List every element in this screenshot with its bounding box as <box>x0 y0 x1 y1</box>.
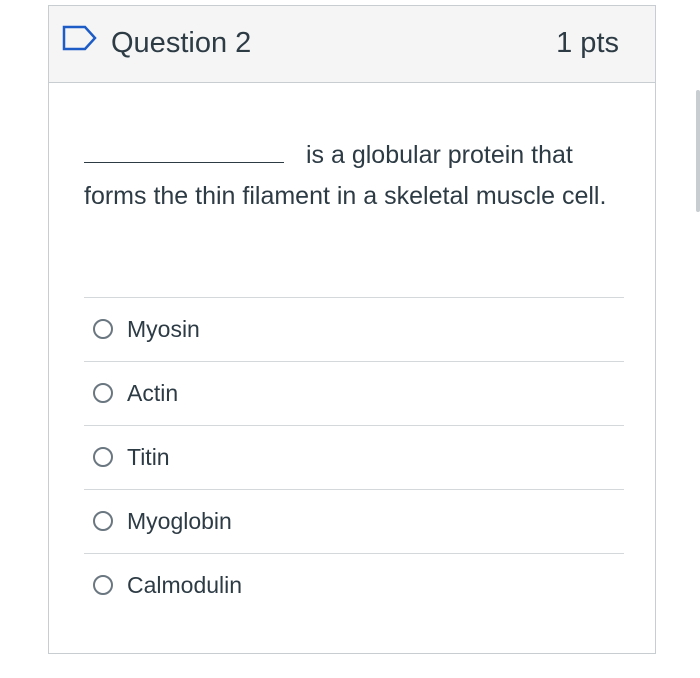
scrollbar-thumb[interactable] <box>696 90 700 212</box>
question-card: Question 2 1 pts is a globular protein t… <box>48 5 656 654</box>
radio-button[interactable] <box>93 319 113 339</box>
answer-option[interactable]: Actin <box>84 361 624 425</box>
answer-list: Myosin Actin Titin Myoglobin Calmodulin <box>84 297 624 617</box>
question-header: Question 2 1 pts <box>49 6 655 83</box>
answer-label[interactable]: Calmodulin <box>127 568 242 602</box>
answer-label[interactable]: Myoglobin <box>127 504 232 538</box>
question-text: is a globular protein that forms the thi… <box>84 135 624 217</box>
question-title: Question 2 <box>111 27 252 59</box>
question-points: 1 pts <box>556 27 619 59</box>
fill-in-blank <box>84 161 284 163</box>
radio-button[interactable] <box>93 575 113 595</box>
radio-button[interactable] <box>93 383 113 403</box>
answer-option[interactable]: Myoglobin <box>84 489 624 553</box>
answer-option[interactable]: Titin <box>84 425 624 489</box>
flag-question-icon[interactable] <box>61 24 99 52</box>
answer-label[interactable]: Myosin <box>127 312 200 346</box>
answer-option[interactable]: Myosin <box>84 297 624 361</box>
radio-button[interactable] <box>93 511 113 531</box>
radio-button[interactable] <box>93 447 113 467</box>
question-prompt: is a globular protein that forms the thi… <box>84 141 607 210</box>
answer-label[interactable]: Actin <box>127 376 178 410</box>
answer-label[interactable]: Titin <box>127 440 170 474</box>
answer-option[interactable]: Calmodulin <box>84 553 624 617</box>
